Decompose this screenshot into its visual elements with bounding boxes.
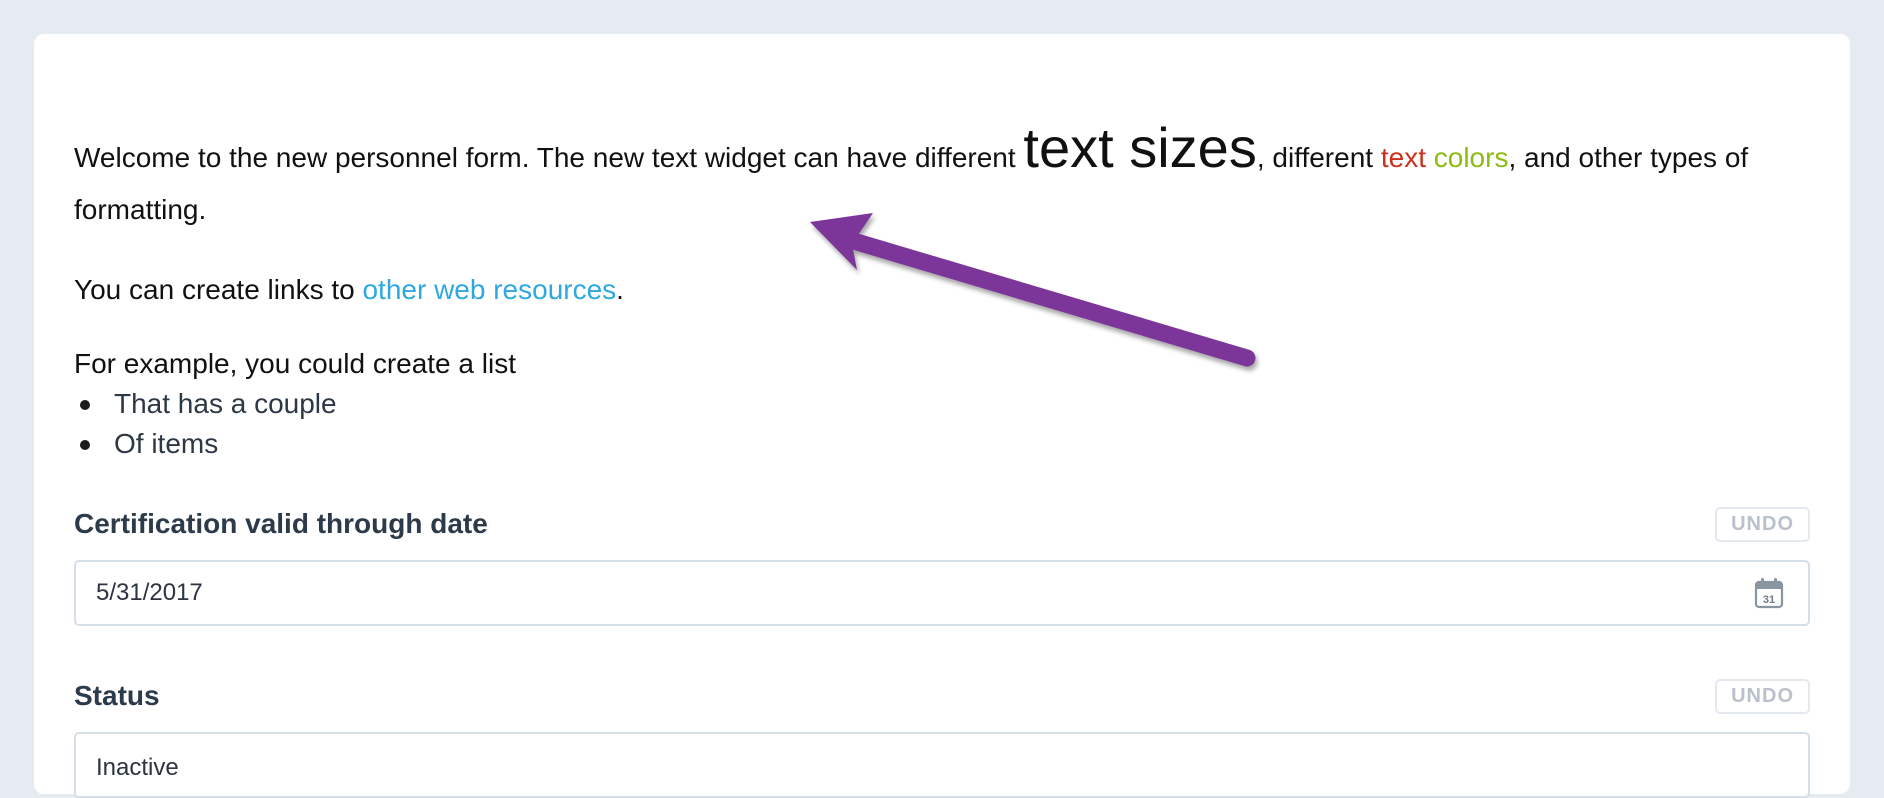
calendar-day: 31 [1763,594,1775,606]
undo-button[interactable]: UNDO [1715,506,1810,542]
links-paragraph: You can create links to other web resour… [74,264,1810,316]
intro-paragraph: Welcome to the new personnel form. The n… [74,120,1810,236]
list-intro: For example, you could create a list [74,348,516,379]
list-item: That has a couple [74,384,1810,424]
status-label: Status [74,680,160,711]
rich-text-widget: Welcome to the new personnel form. The n… [74,120,1810,464]
status-select[interactable]: Inactive [74,732,1810,798]
status-field: Status UNDO Inactive [74,676,1810,798]
bullet-list: That has a couple Of items [74,384,1810,464]
certification-date-input[interactable]: 5/31/2017 31 [74,560,1810,626]
calendar-icon[interactable]: 31 [1754,577,1784,609]
undo-button[interactable]: UNDO [1715,678,1810,714]
certification-date-label: Certification valid through date [74,508,488,539]
links-period: . [616,274,624,305]
list-item: Of items [74,424,1810,464]
web-resources-link[interactable]: other web resources [362,274,616,305]
intro-text: Welcome to the new personnel form. The n… [74,142,1024,173]
certification-date-field: Certification valid through date UNDO 5/… [74,504,1810,626]
links-text: You can create links to [74,274,363,305]
status-value: Inactive [96,754,179,781]
red-text: text [1380,142,1426,173]
form-card: Welcome to the new personnel form. The n… [34,34,1850,798]
green-text: colors [1433,142,1509,173]
certification-date-value: 5/31/2017 [96,579,203,606]
large-text: text sizes [1023,116,1257,179]
intro-text-2: , different [1256,142,1381,173]
